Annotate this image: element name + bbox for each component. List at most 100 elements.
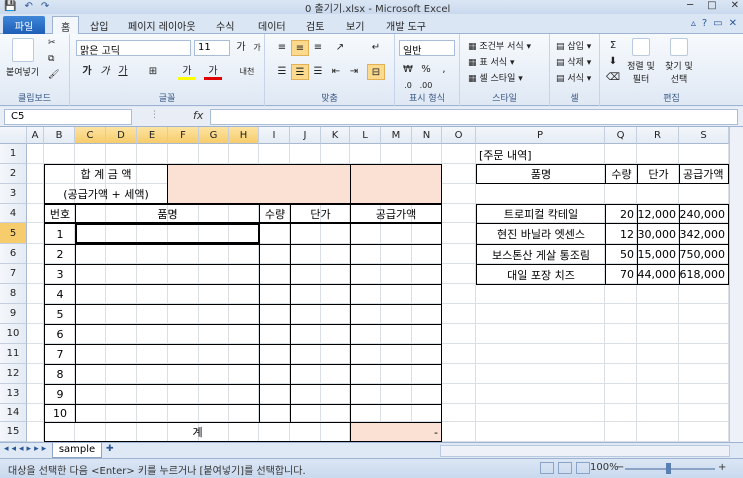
invoice-cell[interactable] — [290, 244, 351, 265]
normal-view-icon[interactable] — [540, 462, 554, 474]
sum-label-cell[interactable]: 계 — [44, 422, 351, 442]
align-middle-icon[interactable]: ≡ — [291, 40, 309, 56]
row-header-11[interactable]: 11 — [0, 344, 27, 364]
invoice-cell[interactable] — [290, 304, 351, 325]
sheet-tab-sample[interactable]: sample — [52, 443, 102, 458]
row-header-12[interactable]: 12 — [0, 364, 27, 384]
zoom-out-icon[interactable]: − — [616, 462, 624, 473]
active-cell-c5[interactable] — [75, 223, 260, 244]
invoice-cell[interactable] — [75, 244, 260, 265]
maximize-button[interactable]: □ — [707, 0, 716, 11]
invoice-cell[interactable] — [75, 364, 260, 385]
invoice-cell[interactable] — [75, 344, 260, 365]
column-header-n[interactable]: N — [412, 127, 442, 144]
invoice-cell[interactable] — [259, 244, 291, 265]
border-button[interactable]: ⊞ — [144, 64, 162, 80]
invoice-row-number[interactable]: 10 — [44, 404, 76, 423]
order-price-cell[interactable]: 30,000 — [637, 223, 680, 245]
invoice-cell[interactable] — [290, 364, 351, 385]
italic-button[interactable]: 가 — [96, 64, 114, 80]
invoice-row-number[interactable]: 6 — [44, 324, 76, 345]
total-title-cell[interactable]: 합 계 금 액 (공급가액 + 세액) — [44, 164, 168, 204]
invoice-row-number[interactable]: 9 — [44, 384, 76, 405]
invoice-cell[interactable] — [259, 384, 291, 405]
order-qty-cell[interactable]: 50 — [605, 244, 638, 265]
sheet-nav-buttons[interactable]: ◂◂◂▸▸▸ — [4, 444, 49, 454]
column-header-l[interactable]: L — [350, 127, 381, 144]
format-painter-icon[interactable]: 🖌 — [48, 70, 59, 80]
invoice-cell[interactable] — [290, 284, 351, 305]
order-amount-cell[interactable]: 2,618,000 — [679, 264, 729, 285]
column-header-j[interactable]: J — [290, 127, 321, 144]
new-sheet-icon[interactable]: ✚ — [106, 444, 122, 457]
format-as-table-button[interactable]: ▦ 표 서식 ▾ — [468, 55, 514, 68]
increase-indent-icon[interactable]: ⇥ — [345, 64, 363, 80]
bold-button[interactable]: 가 — [78, 64, 96, 80]
column-header-p[interactable]: P — [476, 127, 605, 144]
tab-file[interactable]: 파일 — [3, 16, 45, 34]
column-header-e[interactable]: E — [137, 127, 168, 144]
undo-icon[interactable]: ↶ — [24, 1, 32, 12]
invoice-row-number[interactable]: 7 — [44, 344, 76, 365]
order-item-cell[interactable]: 대일 포장 치즈 — [476, 264, 606, 285]
horizontal-scrollbar[interactable] — [440, 445, 730, 457]
row-header-7[interactable]: 7 — [0, 264, 27, 284]
row-header-9[interactable]: 9 — [0, 304, 27, 324]
close-button[interactable]: ✕ — [731, 0, 739, 11]
column-header-k[interactable]: K — [321, 127, 350, 144]
invoice-cell[interactable] — [75, 264, 260, 285]
font-name-select[interactable]: 맑은 고딕 — [76, 40, 191, 57]
invoice-cell[interactable] — [350, 223, 442, 245]
order-price-cell[interactable]: 15,000 — [637, 244, 680, 265]
invoice-cell[interactable] — [290, 264, 351, 285]
invoice-cell[interactable] — [259, 304, 291, 325]
page-layout-view-icon[interactable] — [558, 462, 572, 474]
invoice-cell[interactable] — [75, 404, 260, 423]
invoice-cell[interactable] — [75, 304, 260, 325]
close-workbook-icon[interactable]: ✕ — [729, 18, 737, 29]
row-header-2[interactable]: 2 — [0, 164, 27, 184]
cut-icon[interactable]: ✂ — [48, 38, 56, 48]
header-price[interactable]: 단가 — [290, 204, 351, 223]
invoice-cell[interactable] — [259, 284, 291, 305]
row-header-14[interactable]: 14 — [0, 404, 27, 422]
delete-cells-button[interactable]: ▤ 삭제 ▾ — [556, 55, 591, 68]
zoom-in-icon[interactable]: + — [718, 462, 726, 473]
shrink-font-button[interactable]: 가 — [248, 40, 266, 56]
invoice-row-number[interactable]: 4 — [44, 284, 76, 305]
order-amount-cell[interactable]: 240,000 — [679, 204, 729, 224]
invoice-row-number[interactable]: 8 — [44, 364, 76, 385]
invoice-cell[interactable] — [75, 324, 260, 345]
insert-function-icon[interactable]: fx — [193, 109, 203, 122]
align-center-icon[interactable]: ☰ — [291, 64, 309, 80]
header-no[interactable]: 번호 — [44, 204, 76, 223]
restore-icon[interactable]: ▭ — [713, 18, 722, 29]
zoom-slider-knob[interactable] — [666, 463, 671, 474]
zoom-level[interactable]: 100% — [590, 462, 619, 473]
format-cells-button[interactable]: ▤ 서식 ▾ — [556, 71, 591, 84]
tab-review[interactable]: 검토 — [298, 16, 332, 34]
vertical-scrollbar[interactable] — [729, 127, 743, 442]
tab-formulas[interactable]: 수식 — [208, 16, 242, 34]
order-header-price[interactable]: 단가 — [637, 164, 680, 184]
number-format-select[interactable]: 일반 — [399, 40, 455, 57]
column-header-s[interactable]: S — [679, 127, 729, 144]
formula-input[interactable] — [210, 109, 738, 125]
sort-filter-button[interactable]: 정렬 및 필터 — [626, 38, 656, 85]
column-header-o[interactable]: O — [442, 127, 476, 144]
column-header-f[interactable]: F — [168, 127, 199, 144]
comma-icon[interactable]: , — [435, 62, 453, 78]
clear-icon[interactable]: ⌫ — [604, 70, 622, 86]
page-break-view-icon[interactable] — [576, 462, 590, 474]
order-item-cell[interactable]: 현진 바닐라 엣센스 — [476, 223, 606, 245]
invoice-row-number[interactable]: 2 — [44, 244, 76, 265]
order-qty-cell[interactable]: 70 — [605, 264, 638, 285]
invoice-cell[interactable] — [350, 324, 442, 345]
tab-insert[interactable]: 삽입 — [82, 16, 116, 34]
tab-data[interactable]: 데이터 — [250, 16, 294, 34]
tab-page-layout[interactable]: 페이지 레이아웃 — [120, 16, 204, 34]
phonetic-button[interactable]: 내천 — [236, 64, 258, 80]
row-header-15[interactable]: 15 — [0, 422, 27, 442]
invoice-cell[interactable] — [350, 364, 442, 385]
column-header-q[interactable]: Q — [605, 127, 637, 144]
